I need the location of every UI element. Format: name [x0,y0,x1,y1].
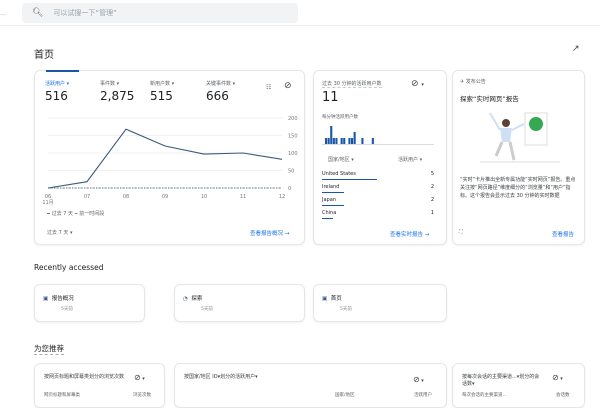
recent-item-home[interactable]: ▣ 首页5天前 [313,284,447,322]
realtime-bar [351,138,353,144]
logo[interactable]: … [0,10,6,17]
realtime-bar [354,132,356,144]
insights-icon[interactable]: ↗ [572,44,580,54]
realtime-bar [343,138,345,144]
column-header: 网页标题和屏幕类 [44,392,80,398]
recommend-title: 为您推荐 [34,343,64,355]
table-row: Japan2 [322,197,434,203]
check-circle-icon[interactable]: ⊘ ▾ [552,373,563,382]
check-circle-icon[interactable]: ⊘ ▾ [411,79,424,89]
y-tick-label: 50 [288,169,294,175]
search-icon: 🔍︎ [32,8,43,18]
realtime-bar [361,138,363,144]
x-tick-label: 07 [84,194,90,200]
realtime-title: 过去 30 分钟的活跃用户数 [322,80,382,88]
recent-item-overview[interactable]: ▣ 报告概况5天前 [34,284,145,322]
card-title: 按国家/地区 ID▾划分的活跃用户▾ [184,373,258,380]
x-tick-label: 09 [162,194,168,200]
realtime-bar [328,138,330,144]
check-circle-icon[interactable]: ⊘ ▾ [413,375,424,384]
x-tick-label: 11 [240,194,246,200]
x-tick-label: 08 [123,194,129,200]
card-title: 按网页标题和屏幕类划分的浏览次数 [44,373,129,380]
check-circle-icon[interactable]: ⊘ [284,81,292,91]
compare-icon[interactable]: ☷ [266,84,271,91]
view-overview-link[interactable]: 查看报告概况 → [250,229,289,237]
announcement-body: “实时”卡片推出全新专属功能“实时网页”报告。重点关注按“网页路径”维度细分的“… [460,176,578,200]
view-report-link[interactable]: 查看报告 [552,230,574,238]
x-tick-sublabel: 11月 [42,200,53,206]
realtime-bar [333,138,335,144]
announcement-title: 探索“实时网页”报告 [460,93,519,103]
country-dropdown[interactable]: 国家/地区 ▾ [328,156,354,163]
announcement-illustration [480,108,570,163]
metric-events[interactable]: 事件数 ▾2,875 [100,80,134,103]
active-users-dropdown[interactable]: 活跃用户 ▾ [398,156,422,163]
explore-icon: ◔ [183,296,188,302]
column-header: 会话数 [556,392,570,398]
column-header: 活跃用户 [414,392,432,398]
page-title: 首页 [34,46,54,61]
x-tick-label: 10 [201,194,207,200]
realtime-bar [330,126,332,144]
realtime-bar [348,138,350,144]
metric-active-users[interactable]: 活跃用户 ▾516 [45,80,69,103]
recommend-card[interactable] [34,363,165,408]
series-current [48,129,282,188]
column-header: 每次会话的主要渠道... [462,392,507,398]
column-header: 浏览次数 [133,392,151,398]
chart-legend: ━ 过去 7 天 ┅ 前一时间段 [47,210,104,217]
metric-new-users[interactable]: 新用户数 ▾515 [150,80,174,103]
y-tick-label: 150 [288,134,298,140]
recent-title: Recently accessed [34,263,103,272]
realtime-bar [325,138,327,144]
rocket-icon: ✈ [460,79,464,85]
chart-icon: ▣ [43,296,48,302]
realtime-bar [341,138,343,144]
announcement-tag: ✈ 发布公告 [460,78,486,85]
x-tick-label: 12 [279,194,285,200]
table-row: China1 [322,210,434,216]
selected-metric-indicator [46,70,79,72]
y-tick-label: 0 [288,186,291,192]
view-realtime-link[interactable]: 查看实时报告 → [390,230,429,238]
search-input[interactable]: 🔍︎ 可以试搜一下“管理” [22,3,298,23]
line-chart: 2001501005000607080910111211月 [34,110,305,210]
table-row: United States5 [322,171,434,177]
table-row: Ireland2 [322,184,434,190]
realtime-subtitle: 每分钟活跃用户数 [322,114,358,120]
y-tick-label: 100 [288,151,298,157]
y-tick-label: 200 [288,116,298,122]
realtime-bar [372,138,374,144]
expand-icon[interactable]: ⛶ [459,229,463,235]
realtime-bar-chart [322,124,434,146]
search-placeholder: 可以试搜一下“管理” [53,8,116,18]
recent-item-explore[interactable]: ◔ 探索5天前 [174,284,305,322]
card-title: 按每次会话的主要渠道...▾划分的会话数▾ [462,373,544,387]
legend-previous: 前一时间段 [79,211,104,217]
date-range-dropdown[interactable]: 过去 7 天 ▾ [47,229,72,236]
metric-key-events[interactable]: 关键事件数 ▾666 [206,80,235,103]
legend-current: 过去 7 天 [52,211,73,217]
recommend-card[interactable] [174,363,447,408]
chart-icon: ▣ [322,296,327,302]
realtime-bar [335,138,337,144]
check-circle-icon[interactable]: ⊘ ▾ [134,373,145,382]
column-header: 国家/地区 [335,392,355,398]
realtime-value: 11 [322,90,339,105]
